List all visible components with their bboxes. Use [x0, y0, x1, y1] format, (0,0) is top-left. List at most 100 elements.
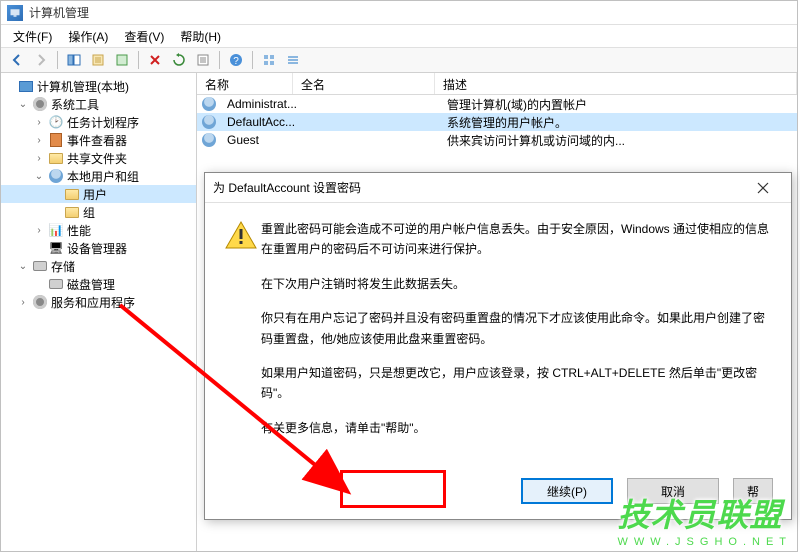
- col-header-fullname[interactable]: 全名: [293, 73, 435, 94]
- help-button[interactable]: ?: [225, 49, 247, 71]
- list-row[interactable]: Administrat... 管理计算机(域)的内置帐户: [197, 95, 797, 113]
- menu-action[interactable]: 操作(A): [60, 26, 116, 47]
- show-hide-tree-button[interactable]: [63, 49, 85, 71]
- app-icon: [7, 5, 23, 21]
- menubar: 文件(F) 操作(A) 查看(V) 帮助(H): [1, 25, 797, 47]
- tree-label: 用户: [83, 186, 107, 203]
- chevron-right-icon: ›: [33, 225, 45, 236]
- chevron-right-icon: ›: [33, 153, 45, 164]
- view-details-button[interactable]: [282, 49, 304, 71]
- users-icon: [48, 168, 64, 184]
- cell-desc: 供来宾访问计算机或访问域的内...: [439, 132, 797, 149]
- tree-label: 计算机管理(本地): [37, 78, 129, 95]
- toolbar-separator: [57, 51, 58, 69]
- tree-users[interactable]: 用户: [1, 185, 196, 203]
- chevron-down-icon: ⌄: [17, 99, 29, 110]
- tree-shared-folders[interactable]: › 共享文件夹: [1, 149, 196, 167]
- perf-icon: 📊: [48, 222, 64, 238]
- folder-icon: [64, 186, 80, 202]
- user-icon: [201, 96, 217, 112]
- dialog-titlebar: 为 DefaultAccount 设置密码: [205, 173, 791, 203]
- dialog-para-5: 有关更多信息，请单击"帮助"。: [261, 418, 771, 438]
- tools-icon: [32, 96, 48, 112]
- menu-file[interactable]: 文件(F): [5, 26, 60, 47]
- computer-icon: [18, 78, 34, 94]
- services-icon: [32, 294, 48, 310]
- tree-groups[interactable]: 组: [1, 203, 196, 221]
- delete-button[interactable]: [144, 49, 166, 71]
- tree-label: 系统工具: [51, 96, 99, 113]
- tree-disk-management[interactable]: 磁盘管理: [1, 275, 196, 293]
- cell-desc: 系统管理的用户帐户。: [439, 114, 797, 131]
- book-icon: [48, 132, 64, 148]
- tree-device-manager[interactable]: 🖥设备管理器: [1, 239, 196, 257]
- cell-name: Guest: [219, 133, 297, 147]
- col-header-desc[interactable]: 描述: [435, 73, 797, 94]
- tree-task-scheduler[interactable]: ›🕑任务计划程序: [1, 113, 196, 131]
- dialog-para-1: 重置此密码可能会造成不可逆的用户帐户信息丢失。由于安全原因，Windows 通过…: [261, 219, 771, 260]
- properties-button[interactable]: [87, 49, 109, 71]
- tree-system-tools[interactable]: ⌄ 系统工具: [1, 95, 196, 113]
- tree-label: 设备管理器: [67, 240, 127, 257]
- help-button[interactable]: 帮: [733, 478, 773, 504]
- tree-label: 共享文件夹: [67, 150, 127, 167]
- toolbar-separator-4: [252, 51, 253, 69]
- col-header-name[interactable]: 名称: [197, 73, 293, 94]
- close-icon: [757, 182, 769, 194]
- password-dialog: 为 DefaultAccount 设置密码 重置此密码可能会造成不可逆的用户帐户…: [204, 172, 792, 520]
- tree-label: 磁盘管理: [67, 276, 115, 293]
- view-large-button[interactable]: [258, 49, 280, 71]
- cell-desc: 管理计算机(域)的内置帐户: [439, 96, 797, 113]
- tree-storage[interactable]: ⌄ 存储: [1, 257, 196, 275]
- toolbar: ?: [1, 47, 797, 73]
- list-row[interactable]: DefaultAcc... 系统管理的用户帐户。: [197, 113, 797, 131]
- menu-view[interactable]: 查看(V): [116, 26, 172, 47]
- tree-services-apps[interactable]: › 服务和应用程序: [1, 293, 196, 311]
- cancel-button[interactable]: 取消: [627, 478, 719, 504]
- list-row[interactable]: Guest 供来宾访问计算机或访问域的内...: [197, 131, 797, 149]
- tree-label: 服务和应用程序: [51, 294, 135, 311]
- tree-performance[interactable]: ›📊性能: [1, 221, 196, 239]
- user-icon: [201, 114, 217, 130]
- chevron-down-icon: ⌄: [33, 171, 45, 182]
- dialog-para-4: 如果用户知道密码，只是想更改它，用户应该登录，按 CTRL+ALT+DELETE…: [261, 363, 771, 404]
- menu-help[interactable]: 帮助(H): [172, 26, 229, 47]
- folder-share-icon: [48, 150, 64, 166]
- titlebar: 计算机管理: [1, 1, 797, 25]
- chevron-right-icon: ›: [33, 117, 45, 128]
- clock-icon: 🕑: [48, 114, 64, 130]
- storage-icon: [32, 258, 48, 274]
- svg-text:?: ?: [233, 56, 239, 67]
- refresh-button[interactable]: [168, 49, 190, 71]
- dialog-text: 重置此密码可能会造成不可逆的用户帐户信息丢失。由于安全原因，Windows 通过…: [261, 219, 771, 463]
- tree-label: 存储: [51, 258, 75, 275]
- export-button[interactable]: [111, 49, 133, 71]
- dialog-button-row: 继续(P) 取消 帮: [205, 463, 791, 519]
- close-button[interactable]: [743, 174, 783, 202]
- folder-icon: [64, 204, 80, 220]
- device-icon: 🖥: [48, 240, 64, 256]
- dialog-title: 为 DefaultAccount 设置密码: [213, 179, 743, 196]
- list-button[interactable]: [192, 49, 214, 71]
- warning-icon: [225, 219, 261, 463]
- tree-panel[interactable]: 计算机管理(本地) ⌄系统工具 ›🕑任务计划程序 ›事件查看器 ›共享文件夹 ⌄…: [1, 73, 197, 551]
- tree-event-viewer[interactable]: ›事件查看器: [1, 131, 196, 149]
- chevron-right-icon: ›: [33, 135, 45, 146]
- user-icon: [201, 132, 217, 148]
- chevron-right-icon: ›: [17, 297, 29, 308]
- window-title: 计算机管理: [29, 4, 89, 21]
- toolbar-separator-2: [138, 51, 139, 69]
- toolbar-separator-3: [219, 51, 220, 69]
- tree-label: 组: [83, 204, 95, 221]
- dialog-para-2: 在下次用户注销时将发生此数据丢失。: [261, 274, 771, 294]
- continue-button[interactable]: 继续(P): [521, 478, 613, 504]
- forward-button[interactable]: [30, 49, 52, 71]
- tree-label: 任务计划程序: [67, 114, 139, 131]
- chevron-down-icon: ⌄: [17, 261, 29, 272]
- disk-icon: [48, 276, 64, 292]
- cell-name: Administrat...: [219, 97, 297, 111]
- tree-root[interactable]: 计算机管理(本地): [1, 77, 196, 95]
- tree-local-users[interactable]: ⌄本地用户和组: [1, 167, 196, 185]
- back-button[interactable]: [6, 49, 28, 71]
- list-header: 名称 全名 描述: [197, 73, 797, 95]
